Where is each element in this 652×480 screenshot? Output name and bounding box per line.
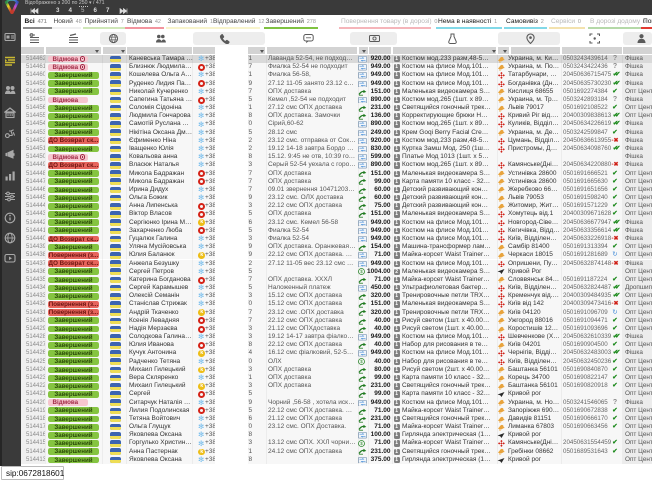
svg-text:$: $ <box>360 360 363 365</box>
svg-text:$: $ <box>360 441 363 446</box>
svg-text:$: $ <box>360 270 363 275</box>
